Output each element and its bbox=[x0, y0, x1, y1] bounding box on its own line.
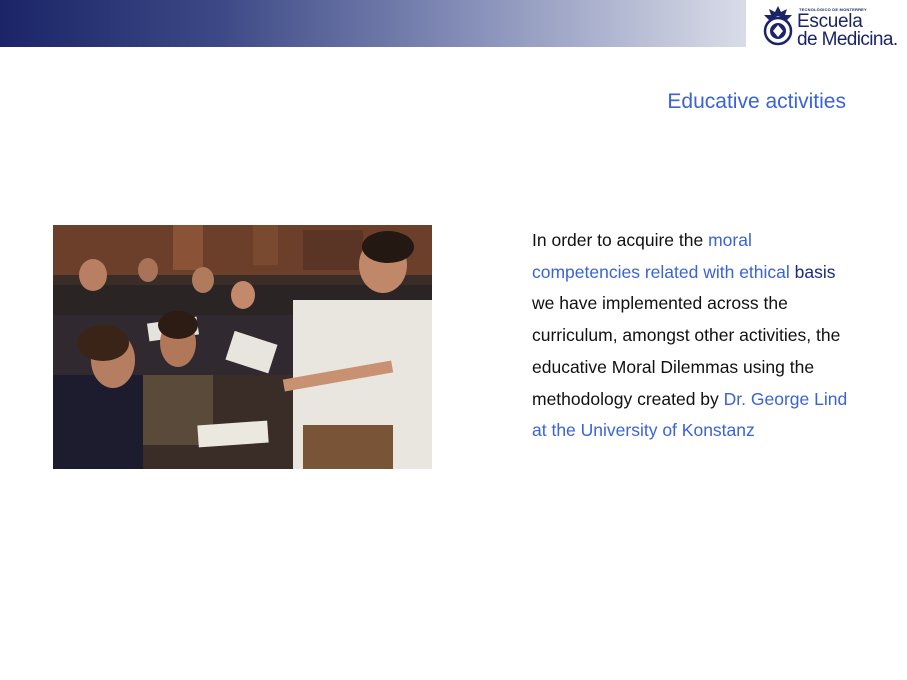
slide-body-text: In order to acquire the moral competenci… bbox=[532, 225, 862, 447]
logo-line-medicina: de Medicina. bbox=[797, 29, 898, 50]
classroom-photo-icon bbox=[53, 225, 432, 469]
slide-title: Educative activities bbox=[667, 90, 846, 113]
header-gradient-bar bbox=[0, 0, 746, 47]
body-text-segment: In order to acquire the bbox=[532, 230, 709, 250]
university-seal-icon bbox=[763, 6, 793, 46]
escuela-de-medicina-logo: TECNOLÓGICO DE MONTERREY Escuela de Medi… bbox=[758, 2, 907, 50]
highlight-basis: basis bbox=[794, 261, 836, 282]
